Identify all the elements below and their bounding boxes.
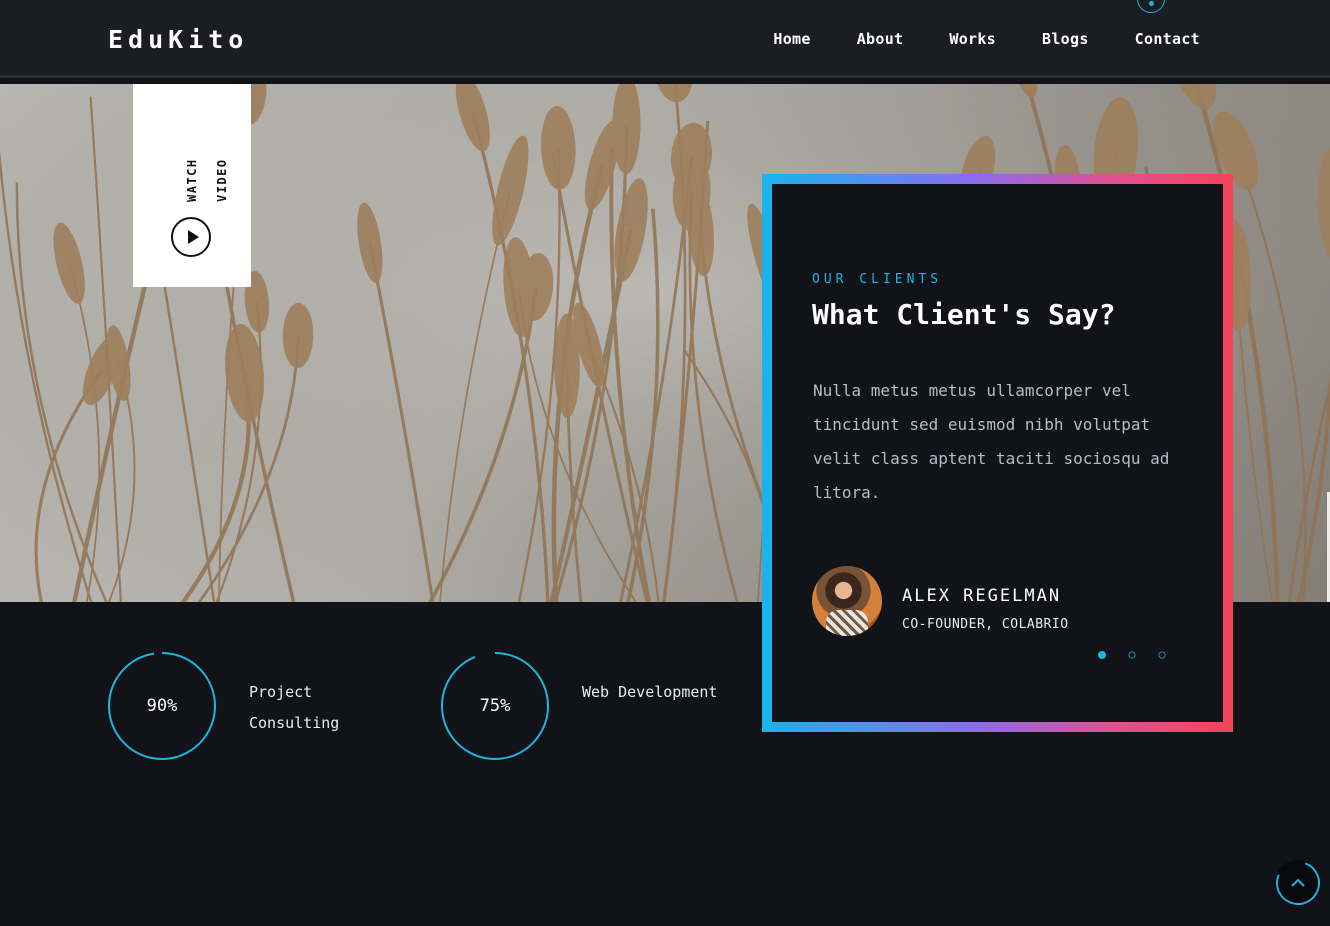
main-nav: Home About Works Blogs Contact	[773, 30, 1200, 48]
arrow-up-icon	[1276, 861, 1320, 905]
play-icon[interactable]	[171, 217, 211, 257]
section-kicker: OUR CLIENTS	[812, 272, 943, 287]
nav-blogs[interactable]: Blogs	[1042, 30, 1089, 48]
author-name: ALEX REGELMAN	[902, 586, 1062, 606]
site-header: EduKito Home About Works Blogs Contact	[0, 0, 1330, 78]
stat-label: Web Development	[582, 683, 718, 701]
section-title: What Client's Say?	[812, 298, 1116, 331]
slider-dot-3[interactable]	[1158, 651, 1166, 659]
stat-value: 90%	[146, 696, 178, 716]
nav-indicator-icon	[1137, 0, 1165, 13]
testimonial-content: OUR CLIENTS What Client's Say? Nulla met…	[772, 184, 1223, 722]
stat-label: Project Consulting	[249, 683, 340, 732]
slider-dot-1[interactable]	[1098, 651, 1106, 659]
watch-video-card: WATCH VIDEO	[133, 84, 251, 287]
nav-home[interactable]: Home	[773, 30, 810, 48]
watch-video-label: WATCH VIDEO	[185, 158, 229, 202]
stat-value: 75%	[479, 696, 511, 716]
slider-dot-2[interactable]	[1128, 651, 1136, 659]
author-role: CO-FOUNDER, COLABRIO	[902, 617, 1069, 632]
slider-dots	[1097, 650, 1167, 660]
nav-works[interactable]: Works	[949, 30, 996, 48]
testimonial-card: OUR CLIENTS What Client's Say? Nulla met…	[762, 174, 1233, 732]
avatar	[812, 566, 882, 636]
testimonial-quote: Nulla metus metus ullamcorper vel tincid…	[813, 381, 1170, 502]
logo[interactable]: EduKito	[108, 24, 248, 56]
nav-contact[interactable]: Contact	[1135, 30, 1200, 48]
nav-about[interactable]: About	[857, 30, 904, 48]
back-to-top-button[interactable]	[1275, 860, 1321, 906]
